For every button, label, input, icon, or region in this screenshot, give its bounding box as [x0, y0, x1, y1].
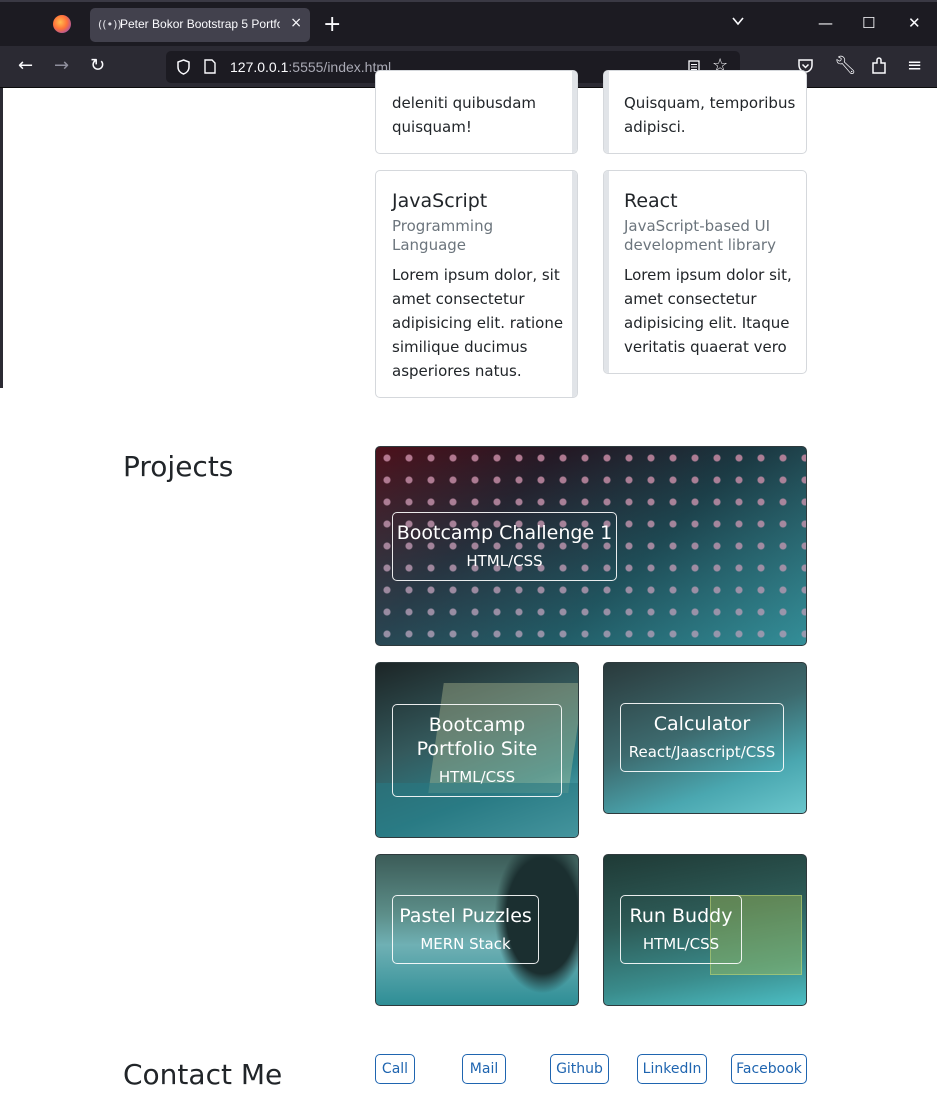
contact-heading: Contact Me: [123, 1058, 283, 1091]
project-title: Pastel Puzzles: [399, 905, 532, 927]
project-title: Calculator: [653, 713, 751, 735]
card-subtitle: Programming: [392, 217, 494, 235]
card-text-line: Lorem ipsum dolor, sit: [392, 266, 560, 284]
shield-icon[interactable]: [176, 59, 191, 75]
project-card-bootcamp-challenge[interactable]: Bootcamp Challenge 1 HTML/CSS: [375, 446, 807, 646]
card-text-line: quisquam!: [392, 118, 472, 136]
card-text-line: amet consectetur: [624, 290, 757, 308]
card-subtitle: development library: [624, 236, 776, 254]
skill-card: Quisquam, temporibus adipisci.: [603, 70, 807, 154]
broadcast-icon: ((•)): [98, 18, 122, 31]
card-text-line: Lorem ipsum dolor sit,: [624, 266, 792, 284]
maximize-button[interactable]: ☐: [862, 14, 875, 32]
page-icon: [204, 59, 216, 74]
project-label: Bootcamp Challenge 1 HTML/CSS: [392, 512, 617, 581]
projects-heading: Projects: [123, 450, 234, 483]
card-text-line: veritatis quaerat vero: [624, 338, 787, 356]
card-title: React: [624, 190, 678, 212]
back-arrow-icon[interactable]: ←: [18, 56, 33, 76]
card-subtitle: JavaScript-based UI: [624, 217, 771, 235]
github-button[interactable]: Github: [550, 1054, 609, 1084]
project-title: Run Buddy: [629, 905, 733, 927]
project-label: Run Buddy HTML/CSS: [620, 895, 742, 964]
project-tech: HTML/CSS: [438, 768, 516, 786]
tab-title: Peter Bokor Bootstrap 5 Portfolio: [120, 17, 280, 31]
facebook-button[interactable]: Facebook: [731, 1054, 807, 1084]
chevron-down-icon[interactable]: [732, 15, 744, 27]
menu-icon[interactable]: ≡: [907, 56, 922, 76]
linkedin-button[interactable]: LinkedIn: [637, 1054, 707, 1084]
wrench-icon[interactable]: 🔧︎: [834, 56, 857, 76]
card-text-line: similique ducimus: [392, 338, 528, 356]
project-label: Calculator React/Jaascript/CSS: [620, 703, 784, 772]
project-card-portfolio-site[interactable]: Bootcamp Portfolio Site HTML/CSS: [375, 662, 579, 838]
forward-arrow-icon[interactable]: →: [54, 56, 69, 76]
project-card-pastel-puzzles[interactable]: Pastel Puzzles MERN Stack: [375, 854, 579, 1006]
mail-button[interactable]: Mail: [462, 1054, 506, 1084]
project-tech: HTML/CSS: [642, 935, 720, 953]
card-subtitle: Language: [392, 236, 467, 254]
project-title: Bootcamp Challenge 1: [396, 522, 613, 544]
skill-card-react: React JavaScript-based UI development li…: [603, 170, 807, 374]
project-tech: React/Jaascript/CSS: [628, 743, 776, 761]
project-tech: HTML/CSS: [466, 552, 543, 570]
project-title: Portfolio Site: [416, 738, 538, 760]
card-text-line: adipisicing elit. ratione: [392, 314, 564, 332]
card-title: JavaScript: [392, 190, 488, 212]
project-label: Bootcamp Portfolio Site HTML/CSS: [392, 704, 562, 797]
card-text-line: deleniti quibusdam: [392, 94, 537, 112]
browser-tab[interactable]: ((•)) Peter Bokor Bootstrap 5 Portfolio …: [90, 8, 310, 42]
minimize-button[interactable]: —: [818, 14, 833, 32]
url-text[interactable]: 127.0.0.1:5555/index.html: [230, 59, 391, 75]
call-button[interactable]: Call: [375, 1054, 415, 1084]
card-text-line: adipisicing elit. Itaque: [624, 314, 790, 332]
reload-icon[interactable]: ↻: [90, 56, 105, 76]
project-card-run-buddy[interactable]: Run Buddy HTML/CSS: [603, 854, 807, 1006]
card-text-line: adipisci.: [624, 118, 686, 136]
window-edge: [0, 88, 3, 388]
browser-tab-bar: ((•)) Peter Bokor Bootstrap 5 Portfolio …: [0, 0, 937, 46]
url-host: 127.0.0.1: [230, 59, 289, 75]
card-text-line: asperiores natus.: [392, 362, 522, 380]
project-tech: MERN Stack: [420, 935, 511, 953]
firefox-icon[interactable]: [53, 15, 71, 33]
card-text-line: Quisquam, temporibus: [624, 94, 796, 112]
new-tab-button[interactable]: +: [323, 12, 341, 38]
close-window-button[interactable]: ✕: [908, 14, 921, 32]
project-title: Bootcamp: [428, 714, 526, 736]
tab-close-icon[interactable]: ×: [290, 15, 302, 31]
card-text-line: amet consectetur: [392, 290, 525, 308]
project-card-calculator[interactable]: Calculator React/Jaascript/CSS: [603, 662, 807, 814]
extensions-icon[interactable]: [871, 57, 887, 75]
skill-card: deleniti quibusdam quisquam!: [375, 70, 578, 154]
skill-card-javascript: JavaScript Programming Language Lorem ip…: [375, 170, 578, 398]
project-label: Pastel Puzzles MERN Stack: [392, 895, 539, 964]
